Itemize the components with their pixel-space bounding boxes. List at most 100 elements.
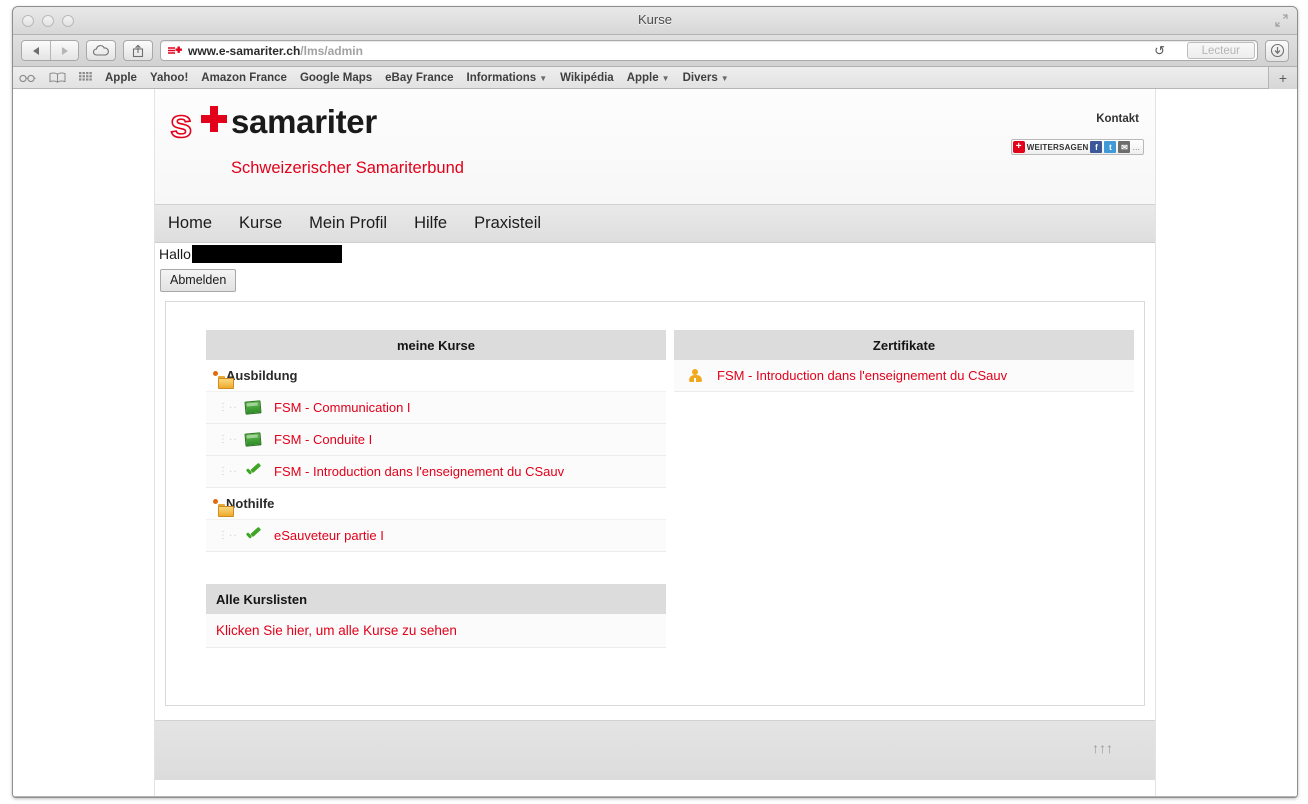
bookmark-folder-informations[interactable]: Informations ▼ bbox=[467, 72, 548, 84]
logo-wordmark: samariter bbox=[231, 103, 377, 140]
url-host: www.e-samariter.ch bbox=[188, 43, 301, 58]
bookmark-label: Divers bbox=[682, 71, 718, 84]
logo-letter-s: s bbox=[169, 102, 193, 146]
mail-icon[interactable]: ✉ bbox=[1118, 141, 1131, 153]
page-viewport: s samariter Schweizerischer Samariterbun… bbox=[13, 89, 1297, 796]
more-share-options-icon[interactable]: ... bbox=[1132, 142, 1140, 152]
bookmark-label: Amazon France bbox=[201, 71, 287, 84]
site-header: s samariter Schweizerischer Samariterbun… bbox=[155, 89, 1155, 204]
check-icon bbox=[240, 529, 266, 543]
my-courses-column: meine Kurse Ausbildung ⋮·· FSM - Communi… bbox=[206, 330, 666, 648]
course-row[interactable]: ⋮·· FSM - Introduction dans l'enseigneme… bbox=[206, 456, 666, 488]
back-arrow-icon[interactable] bbox=[22, 41, 50, 60]
site-logo[interactable]: s samariter bbox=[168, 102, 1155, 146]
board-icon bbox=[240, 400, 266, 415]
course-group-row[interactable]: Ausbildung bbox=[206, 360, 666, 392]
samariter-favicon bbox=[167, 44, 183, 57]
course-link[interactable]: FSM - Communication I bbox=[274, 400, 411, 415]
grid-icon[interactable] bbox=[79, 72, 92, 83]
all-courses-header: Alle Kurslisten bbox=[206, 584, 666, 614]
greeting-label: Hallo bbox=[159, 246, 191, 262]
bookmark-google-maps[interactable]: Google Maps bbox=[300, 72, 372, 84]
address-bar-text: www.e-samariter.ch/lms/admin bbox=[188, 44, 363, 58]
facebook-icon[interactable]: f bbox=[1090, 141, 1103, 153]
cloud-icon[interactable] bbox=[86, 40, 116, 61]
course-row[interactable]: ⋮·· FSM - Communication I bbox=[206, 392, 666, 424]
share-widget[interactable]: + WEITERSAGEN f t ✉ ... bbox=[1010, 139, 1144, 155]
nav-item-hilfe[interactable]: Hilfe bbox=[414, 214, 447, 233]
bookmark-label: Google Maps bbox=[299, 71, 373, 84]
bookmark-apple[interactable]: Apple bbox=[105, 72, 137, 84]
address-bar[interactable]: www.e-samariter.ch/lms/admin ↺ Lecteur bbox=[160, 40, 1258, 61]
bookmark-label: Wikipédia bbox=[560, 71, 614, 84]
course-link[interactable]: FSM - Introduction dans l'enseignement d… bbox=[274, 464, 564, 479]
bookmark-ebay-france[interactable]: eBay France bbox=[385, 72, 453, 84]
redacted-username bbox=[191, 245, 342, 263]
bookmark-folder-apple[interactable]: Apple ▼ bbox=[627, 72, 670, 84]
certificates-column: Zertifikate FSM - Introduction dans l'en… bbox=[674, 330, 1134, 392]
screenshot-root: Kurse www.e-samariter.ch/lms/admin ↺ Lec… bbox=[0, 0, 1308, 804]
glasses-icon[interactable] bbox=[19, 73, 36, 83]
chevron-down-icon: ▼ bbox=[661, 73, 670, 83]
nav-item-home[interactable]: Home bbox=[168, 214, 212, 233]
scroll-to-top-icon[interactable]: ↑↑↑ bbox=[1092, 741, 1113, 755]
nav-button-group[interactable] bbox=[21, 40, 79, 61]
content-panel: meine Kurse Ausbildung ⋮·· FSM - Communi… bbox=[165, 301, 1145, 706]
nav-item-kurse[interactable]: Kurse bbox=[239, 214, 282, 233]
reload-icon[interactable]: ↺ bbox=[1154, 43, 1165, 59]
tree-connector: ⋮·· bbox=[218, 530, 238, 541]
reader-button[interactable]: Lecteur bbox=[1186, 42, 1255, 59]
course-group-label: Ausbildung bbox=[226, 368, 298, 383]
bookmark-label: Apple bbox=[626, 71, 659, 84]
bookmark-label: Apple bbox=[105, 71, 137, 84]
person-icon bbox=[682, 368, 708, 383]
check-icon bbox=[240, 465, 266, 479]
bookmark-folder-divers[interactable]: Divers ▼ bbox=[683, 72, 729, 84]
logout-button[interactable]: Abmelden bbox=[160, 269, 237, 292]
chevron-down-icon: ▼ bbox=[539, 73, 548, 83]
tree-connector: ⋮·· bbox=[218, 434, 238, 445]
tree-connector: ⋮·· bbox=[218, 466, 238, 477]
bookmark-amazon-france[interactable]: Amazon France bbox=[201, 72, 287, 84]
browser-toolbar: www.e-samariter.ch/lms/admin ↺ Lecteur bbox=[13, 35, 1297, 67]
url-path: /lms/admin bbox=[300, 43, 363, 58]
new-tab-button[interactable]: + bbox=[1268, 67, 1297, 89]
certificate-row[interactable]: FSM - Introduction dans l'enseignement d… bbox=[674, 360, 1134, 392]
forward-arrow-icon[interactable] bbox=[50, 41, 78, 60]
course-link[interactable]: eSauveteur partie I bbox=[274, 528, 384, 543]
download-icon[interactable] bbox=[1265, 39, 1289, 62]
certificates-header: Zertifikate bbox=[674, 330, 1134, 360]
book-icon[interactable] bbox=[49, 72, 66, 83]
course-row[interactable]: ⋮·· FSM - Conduite I bbox=[206, 424, 666, 456]
browser-window: Kurse www.e-samariter.ch/lms/admin ↺ Lec… bbox=[12, 6, 1298, 798]
share-plus-icon[interactable]: + bbox=[1012, 141, 1025, 153]
certificate-link[interactable]: FSM - Introduction dans l'enseignement d… bbox=[717, 368, 1007, 383]
nav-item-praxisteil[interactable]: Praxisteil bbox=[474, 214, 541, 233]
fullscreen-icon[interactable] bbox=[1274, 13, 1289, 28]
course-row[interactable]: ⋮·· eSauveteur partie I bbox=[206, 520, 666, 552]
kontakt-link[interactable]: Kontakt bbox=[1096, 113, 1139, 125]
bookmark-label: Informations bbox=[466, 71, 537, 84]
bookmark-label: Yahoo! bbox=[149, 71, 189, 84]
tree-connector: ⋮·· bbox=[218, 402, 238, 413]
window-title: Kurse bbox=[638, 12, 672, 27]
share-widget-label: WEITERSAGEN bbox=[1026, 142, 1089, 152]
course-group-row[interactable]: Nothilfe bbox=[206, 488, 666, 520]
panel-columns: meine Kurse Ausbildung ⋮·· FSM - Communi… bbox=[206, 330, 1134, 648]
all-courses-link[interactable]: Klicken Sie hier, um alle Kurse zu sehen bbox=[206, 614, 666, 648]
twitter-icon[interactable]: t bbox=[1104, 141, 1117, 153]
site-tagline: Schweizerischer Samariterbund bbox=[231, 159, 464, 177]
bookmark-label: eBay France bbox=[385, 71, 454, 84]
bookmark-yahoo[interactable]: Yahoo! bbox=[150, 72, 188, 84]
course-link[interactable]: FSM - Conduite I bbox=[274, 432, 372, 447]
nav-item-mein-profil[interactable]: Mein Profil bbox=[309, 214, 387, 233]
share-icon[interactable] bbox=[123, 40, 153, 61]
window-bottom-edge bbox=[13, 796, 1297, 797]
bookmark-wikipedia[interactable]: Wikipédia bbox=[560, 72, 614, 84]
chevron-down-icon: ▼ bbox=[720, 73, 729, 83]
page-content: s samariter Schweizerischer Samariterbun… bbox=[154, 89, 1156, 796]
red-cross-icon bbox=[201, 106, 227, 132]
greeting-text-line: Hallo bbox=[159, 245, 342, 263]
samariter-logo-icon: s bbox=[168, 102, 236, 146]
greeting-bar: Hallo Abmelden bbox=[155, 243, 1155, 301]
